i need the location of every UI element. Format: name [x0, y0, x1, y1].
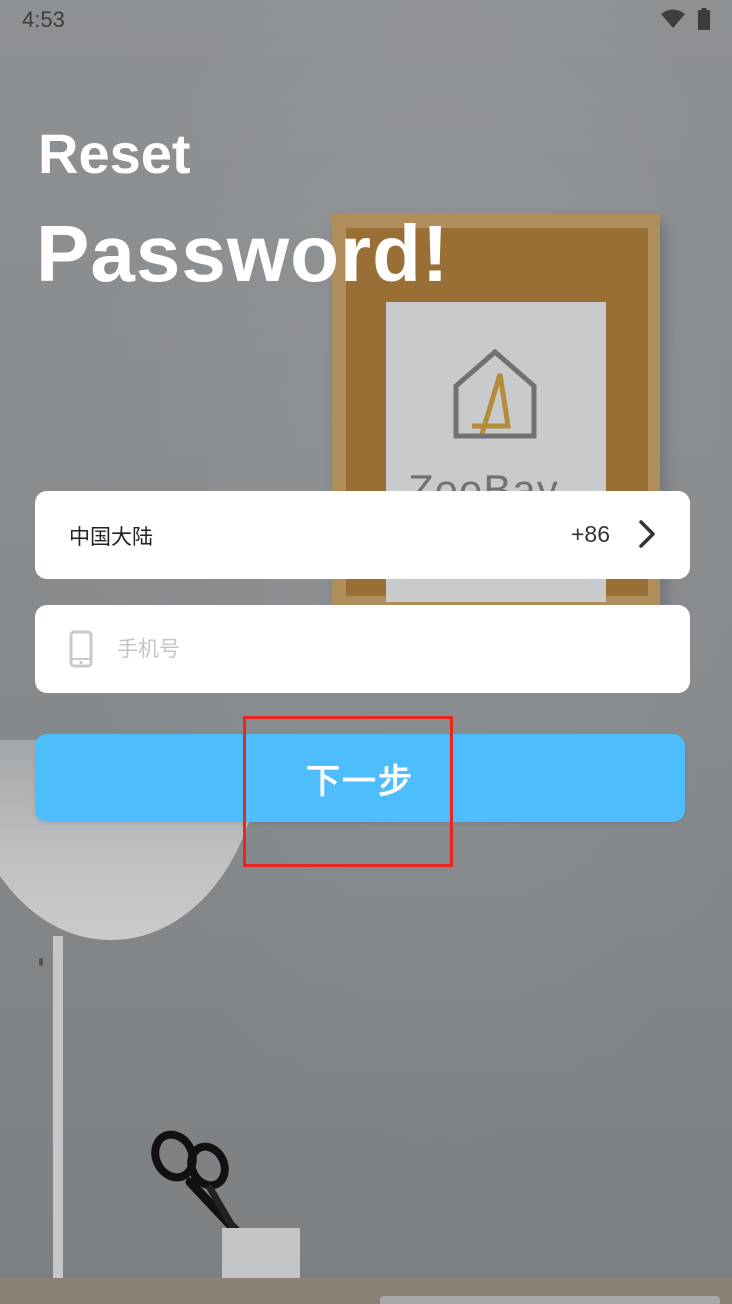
status-time: 4:53: [22, 7, 65, 32]
country-code: +86: [570, 521, 610, 547]
phone-icon: [69, 630, 93, 668]
wifi-icon: [661, 9, 685, 28]
background-lamp-pole: [53, 936, 63, 1304]
bottom-edge-bar: [380, 1296, 720, 1304]
next-step-button[interactable]: 下一步: [35, 734, 685, 822]
status-bar: 4:53: [0, 0, 732, 38]
region-name: 中国大陆: [69, 525, 153, 549]
country-region-selector[interactable]: 中国大陆 +86: [35, 491, 690, 579]
house-logo-icon: [453, 348, 537, 439]
page-title-line2: Password!: [36, 209, 450, 298]
reset-password-screen: ZeeBay 4:53 Reset Password! 中国大陆 +86 手机号…: [0, 0, 732, 1304]
phone-number-field[interactable]: [35, 605, 690, 693]
chevron-right-icon: [639, 520, 655, 548]
phone-number-input[interactable]: [117, 627, 657, 671]
battery-icon: [698, 8, 710, 30]
page-title-line1: Reset: [38, 122, 191, 185]
status-icons: [660, 8, 710, 30]
background-wall-dot: [39, 958, 43, 966]
